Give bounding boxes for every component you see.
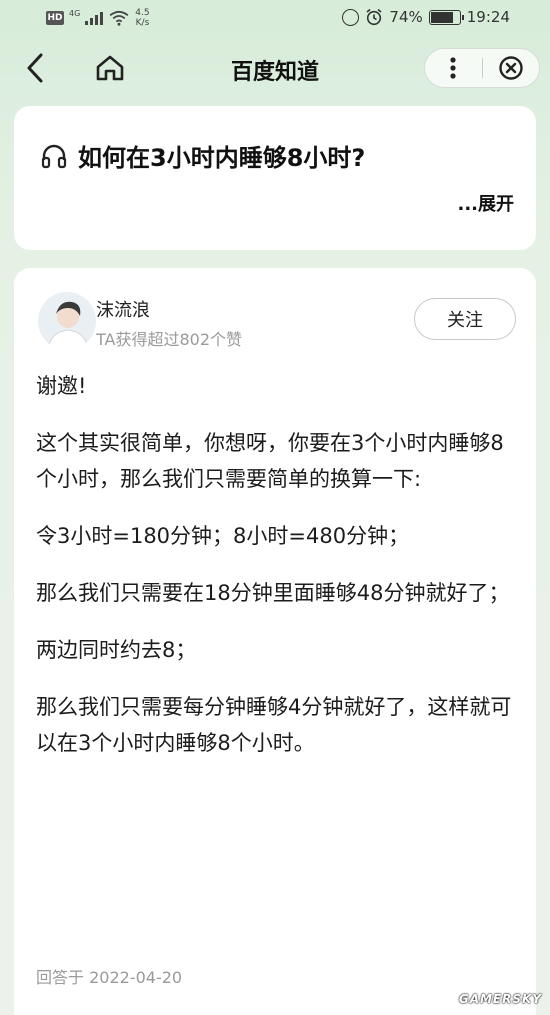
- battery-icon: [428, 9, 464, 25]
- nav-bar: 百度知道: [0, 38, 550, 98]
- expand-link[interactable]: ...展开: [457, 190, 514, 216]
- speed-value: 4.5: [135, 8, 150, 18]
- home-icon: [96, 55, 124, 81]
- avatar-image: [38, 292, 96, 350]
- answer-body: 谢邀! 这个其实很简单，你想呀，你要在3个小时内睡够8个小时，那么我们只需要简单…: [36, 368, 516, 782]
- question-card: 如何在3小时内睡够8小时? ...展开: [14, 106, 536, 250]
- answer-paragraph: 那么我们只需要在18分钟里面睡够48分钟就好了；: [36, 581, 510, 605]
- headphone-icon[interactable]: [40, 142, 68, 170]
- avatar[interactable]: [38, 292, 96, 350]
- speed-unit: K/s: [135, 18, 150, 28]
- network-type: 4G: [69, 8, 81, 18]
- hd-badge: HD: [46, 11, 64, 25]
- signal-icon: [85, 11, 104, 25]
- answer-paragraph: 令3小时=180分钟；8小时=480分钟；: [36, 524, 410, 548]
- follow-button[interactable]: 关注: [414, 298, 516, 340]
- clock: 19:24: [466, 8, 510, 26]
- author-name[interactable]: 沫流浪: [96, 296, 150, 322]
- status-bar: HD 4G 4.5 K/s 74% 19:24: [0, 0, 550, 38]
- answer-paragraph: 这个其实很简单，你想呀，你要在3个小时内睡够8个小时，那么我们只需要简单的换算一…: [36, 431, 504, 491]
- answer-paragraph: 谢邀!: [36, 374, 87, 398]
- battery-percent: 74%: [389, 8, 423, 26]
- more-button[interactable]: [425, 49, 482, 87]
- wifi-icon: [109, 10, 129, 26]
- question-title: 如何在3小时内睡够8小时?: [78, 144, 366, 172]
- close-icon: [499, 56, 523, 80]
- back-button[interactable]: [20, 50, 50, 86]
- back-icon: [27, 53, 43, 83]
- answer-paragraph: 两边同时约去8；: [36, 638, 197, 662]
- mini-program-capsule: [424, 48, 540, 88]
- close-button[interactable]: [482, 49, 539, 87]
- answer-paragraph: 那么我们只需要每分钟睡够4分钟就好了，这样就可以在3个小时内睡够8个小时。: [36, 695, 512, 755]
- net-speed: 4.5 K/s: [135, 8, 149, 28]
- watermark: GAMERSKY: [458, 992, 542, 1006]
- author-stats: TA获得超过802个赞: [96, 330, 243, 349]
- data-saver-icon: [342, 8, 360, 26]
- alarm-icon: [366, 8, 382, 26]
- home-button[interactable]: [92, 50, 128, 86]
- answer-card: 沫流浪 TA获得超过802个赞 关注 谢邀! 这个其实很简单，你想呀，你要在3个…: [14, 268, 536, 1015]
- answered-date: 回答于 2022-04-20: [36, 968, 183, 987]
- more-icon: [450, 57, 456, 79]
